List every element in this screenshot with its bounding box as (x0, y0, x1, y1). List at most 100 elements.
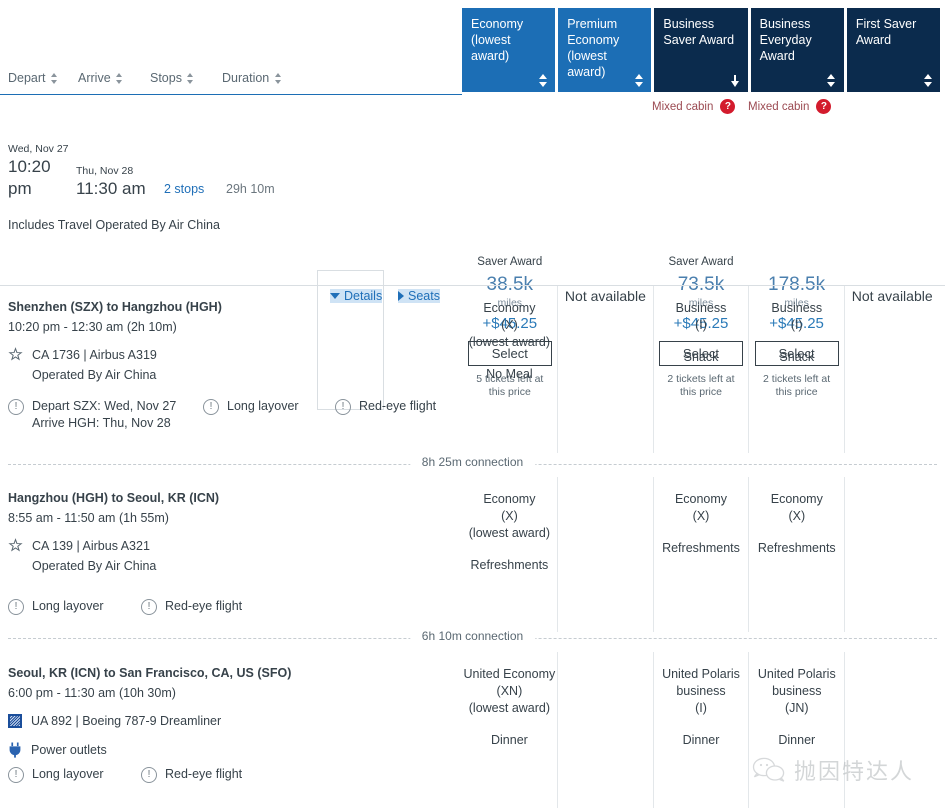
fare-class-tab-bar: Economy (lowest award) Premium Economy (… (462, 8, 940, 92)
segment-3-cabin-columns: United Economy (XN) (lowest award) Dinne… (462, 652, 940, 808)
info-icon: ! (203, 399, 219, 415)
fare-tab-premium-economy[interactable]: Premium Economy (lowest award) (558, 8, 651, 92)
fare-tab-business-saver[interactable]: Business Saver Award (654, 8, 747, 92)
cabin-name: Economy (X) (749, 491, 844, 525)
segment-note-long-layover: ! Long layover (8, 766, 141, 783)
cabin-name: United Polaris business (I) (654, 666, 749, 717)
segment-1-cabin-business-saver: Business (I) Snack (653, 286, 749, 453)
sort-duration-label: Duration (222, 71, 269, 85)
fare-tab-premium-economy-label: Premium Economy (lowest award) (567, 16, 643, 80)
segment-note-text: Long layover (32, 766, 104, 783)
segment-2-flight-row: CA 139 | Airbus A321 (8, 536, 458, 556)
segment-2-operated-by: Operated By Air China (32, 556, 458, 576)
segment-note-line1: Depart SZX: Wed, Nov 27 (32, 399, 176, 413)
sort-arrows-icon (116, 73, 123, 84)
cabin-name: Business (I) (749, 300, 844, 334)
fare-tab-first-saver[interactable]: First Saver Award (847, 8, 940, 92)
sort-arrive[interactable]: Arrive (78, 71, 150, 85)
sort-stops-label: Stops (150, 71, 182, 85)
info-icon: ! (335, 399, 351, 415)
segment-note-text: Red-eye flight (165, 766, 242, 783)
segment-3-notes: ! Long layover ! Red-eye flight (8, 766, 458, 783)
segment-1-cabin-first-saver (844, 286, 940, 453)
meal-label: Snack (654, 349, 749, 366)
connection-2-label: 6h 10m connection (410, 629, 535, 643)
segment-2-cabin-economy: Economy (X) (lowest award) Refreshments (462, 477, 557, 632)
segment-3-cabin-premium-economy (557, 652, 653, 808)
sort-arrows-icon[interactable] (634, 74, 643, 87)
cabin-name: Business (I) (654, 300, 749, 334)
help-icon[interactable]: ? (720, 99, 735, 114)
segment-note-text: Red-eye flight (165, 598, 242, 615)
meal-label: Dinner (654, 732, 749, 749)
arrive-date: Thu, Nov 28 (76, 165, 160, 178)
fare-tab-first-saver-label: First Saver Award (856, 16, 932, 48)
arrive-block: Thu, Nov 28 11:30 am (76, 165, 160, 200)
segment-2-time: 8:55 am - 11:50 am (1h 55m) (8, 508, 458, 529)
itinerary-summary-left: Wed, Nov 27 10:20 pm Thu, Nov 28 11:30 a… (8, 143, 318, 232)
info-icon: ! (8, 399, 24, 415)
sort-arrows-icon[interactable] (923, 74, 932, 87)
cabin-name: United Economy (XN) (lowest award) (462, 666, 557, 717)
depart-time: 10:20 pm (8, 156, 76, 200)
segment-1-cabin-premium-economy (557, 286, 653, 453)
info-icon: ! (141, 599, 157, 615)
segment-1-flight-number: CA 1736 | Airbus A319 (32, 345, 157, 365)
sort-depart-label: Depart (8, 71, 46, 85)
connection-1-label: 8h 25m connection (410, 455, 535, 469)
depart-date: Wed, Nov 27 (8, 143, 76, 156)
sort-arrows-icon (51, 73, 58, 84)
segment-note-text: Long layover (227, 398, 299, 415)
meal-label: Refreshments (462, 557, 557, 574)
flight-segment-3: Seoul, KR (ICN) to San Francisco, CA, US… (0, 652, 945, 808)
sort-arrows-icon[interactable] (538, 74, 547, 87)
cabin-name: United Polaris business (JN) (749, 666, 844, 717)
meal-label: No Meal (462, 366, 557, 383)
segment-3-time: 6:00 pm - 11:30 am (10h 30m) (8, 683, 458, 704)
sort-arrows-icon (274, 73, 281, 84)
segment-2-cabin-columns: Economy (X) (lowest award) Refreshments … (462, 477, 940, 632)
segment-1-details: Shenzhen (SZX) to Hangzhou (HGH) 10:20 p… (8, 298, 458, 432)
segment-note-text: Red-eye flight (359, 398, 436, 415)
amenity-label: Power outlets (31, 743, 107, 757)
meal-label: Dinner (462, 732, 557, 749)
segment-3-flight-row: UA 892 | Boeing 787-9 Dreamliner (8, 711, 458, 731)
fare-tab-economy-label: Economy (lowest award) (471, 16, 547, 64)
flight-segment-1: Shenzhen (SZX) to Hangzhou (HGH) 10:20 p… (0, 286, 945, 453)
mixed-cabin-business-everyday: Mixed cabin ? (748, 99, 831, 114)
segment-2-cabin-first-saver (844, 477, 940, 632)
segment-3-cabin-economy: United Economy (XN) (lowest award) Dinne… (462, 652, 557, 808)
segment-2-notes: ! Long layover ! Red-eye flight (8, 598, 458, 615)
help-icon[interactable]: ? (816, 99, 831, 114)
stops-link[interactable]: 2 stops (164, 178, 226, 200)
sort-duration[interactable]: Duration (222, 71, 281, 85)
segment-note-red-eye: ! Red-eye flight (141, 766, 242, 783)
sort-stops[interactable]: Stops (150, 71, 222, 85)
cabin-name: Economy (X) (lowest award) (462, 300, 557, 351)
sort-descending-icon[interactable] (731, 74, 740, 87)
mixed-cabin-label: Mixed cabin (652, 101, 713, 113)
mixed-cabin-business-saver: Mixed cabin ? (652, 99, 735, 114)
segment-2-flight-number: CA 139 | Airbus A321 (32, 536, 150, 556)
meal-label: Refreshments (749, 540, 844, 557)
united-logo-icon (8, 714, 22, 728)
segment-note-red-eye: ! Red-eye flight (141, 598, 242, 615)
segment-1-flight-row: CA 1736 | Airbus A319 (8, 345, 458, 365)
sort-arrive-label: Arrive (78, 71, 111, 85)
segment-1-cabin-business-everyday: Business (I) Snack (748, 286, 844, 453)
sort-bar: Depart Arrive Stops Duration (0, 62, 462, 95)
segment-2-cabin-premium-economy (557, 477, 653, 632)
sort-arrows-icon[interactable] (827, 74, 836, 87)
fare-tab-economy[interactable]: Economy (lowest award) (462, 8, 555, 92)
sort-arrows-icon (187, 73, 194, 84)
segment-2-cabin-business-saver: Economy (X) Refreshments (653, 477, 749, 632)
segment-note-text: Long layover (32, 598, 104, 615)
fare-tab-business-everyday[interactable]: Business Everyday Award (751, 8, 844, 92)
amenity-power-outlets: Power outlets (8, 742, 458, 757)
segment-3-route: Seoul, KR (ICN) to San Francisco, CA, US… (8, 664, 458, 682)
duration-value: 29h 10m (226, 178, 275, 200)
cabin-name: Economy (X) (lowest award) (462, 491, 557, 542)
segment-3-cabin-first-saver (844, 652, 940, 808)
sort-depart[interactable]: Depart (8, 71, 78, 85)
segment-2-route: Hangzhou (HGH) to Seoul, KR (ICN) (8, 489, 458, 507)
